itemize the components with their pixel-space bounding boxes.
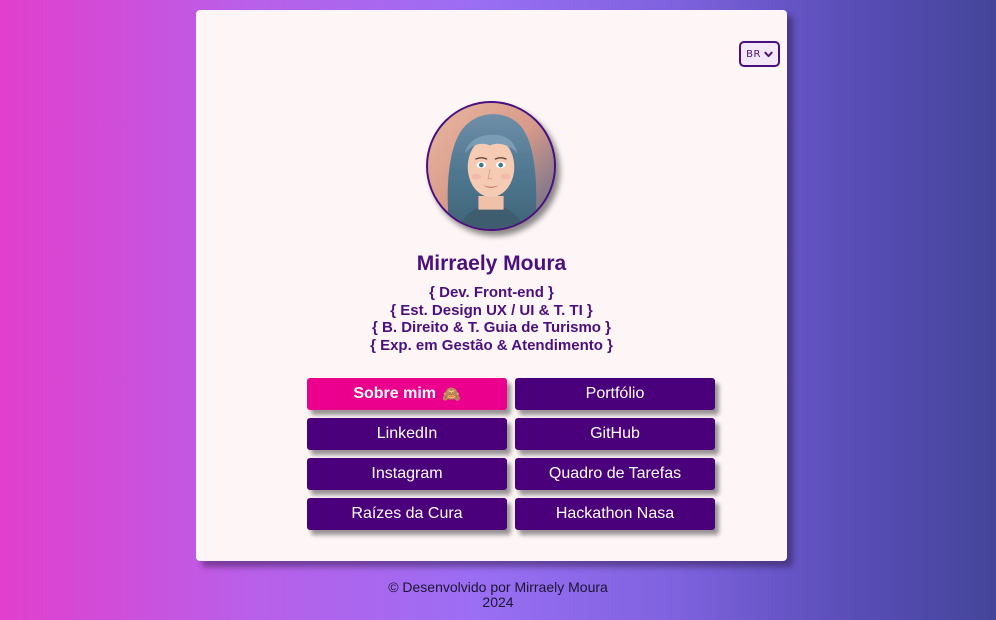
avatar bbox=[426, 101, 556, 231]
button-label: Instagram bbox=[371, 465, 443, 482]
role-line: { B. Direito & T. Guia de Turismo } bbox=[372, 319, 611, 336]
profile-roles: { Dev. Front-end } { Est. Design UX / UI… bbox=[196, 284, 787, 354]
button-label: Sobre mim bbox=[353, 385, 436, 402]
button-label: Quadro de Tarefas bbox=[548, 465, 682, 482]
links-grid: Sobre mim 🙈 Portfólio LinkedIn GitHub In… bbox=[307, 378, 715, 530]
footer-credit: © Desenvolvido por Mirraely Moura bbox=[388, 579, 608, 595]
button-label: GitHub bbox=[590, 425, 640, 442]
button-label: LinkedIn bbox=[376, 425, 438, 442]
language-select-value: BR bbox=[746, 48, 761, 60]
avatar-illustration bbox=[428, 103, 554, 229]
language-select[interactable]: BR bbox=[739, 41, 780, 67]
instagram-button[interactable]: Instagram bbox=[307, 458, 507, 490]
profile-name: Mirraely Moura bbox=[416, 252, 567, 275]
footer-year: 2024 bbox=[482, 594, 514, 610]
button-label: Raízes da Cura bbox=[351, 505, 463, 522]
about-me-button[interactable]: Sobre mim 🙈 bbox=[307, 378, 507, 410]
github-button[interactable]: GitHub bbox=[515, 418, 715, 450]
footer: © Desenvolvido por Mirraely Moura 2024 bbox=[0, 580, 996, 610]
role-line: { Exp. em Gestão & Atendimento } bbox=[370, 336, 613, 354]
see-no-evil-monkey-icon: 🙈 bbox=[442, 386, 461, 403]
button-label: Hackathon Nasa bbox=[555, 505, 675, 522]
task-board-button[interactable]: Quadro de Tarefas bbox=[515, 458, 715, 490]
role-line: { Est. Design UX / UI & T. TI } bbox=[390, 301, 593, 319]
linkedin-button[interactable]: LinkedIn bbox=[307, 418, 507, 450]
raizes-da-cura-button[interactable]: Raízes da Cura bbox=[307, 498, 507, 530]
chevron-down-icon bbox=[764, 51, 773, 57]
portfolio-button[interactable]: Portfólio bbox=[515, 378, 715, 410]
profile-card: BR Mirraely Moura {Dev. Front-end} {E… bbox=[196, 10, 787, 561]
hackathon-nasa-button[interactable]: Hackathon Nasa bbox=[515, 498, 715, 530]
button-label: Portfólio bbox=[585, 385, 645, 402]
role-line: { Dev. Front-end } bbox=[429, 284, 554, 301]
